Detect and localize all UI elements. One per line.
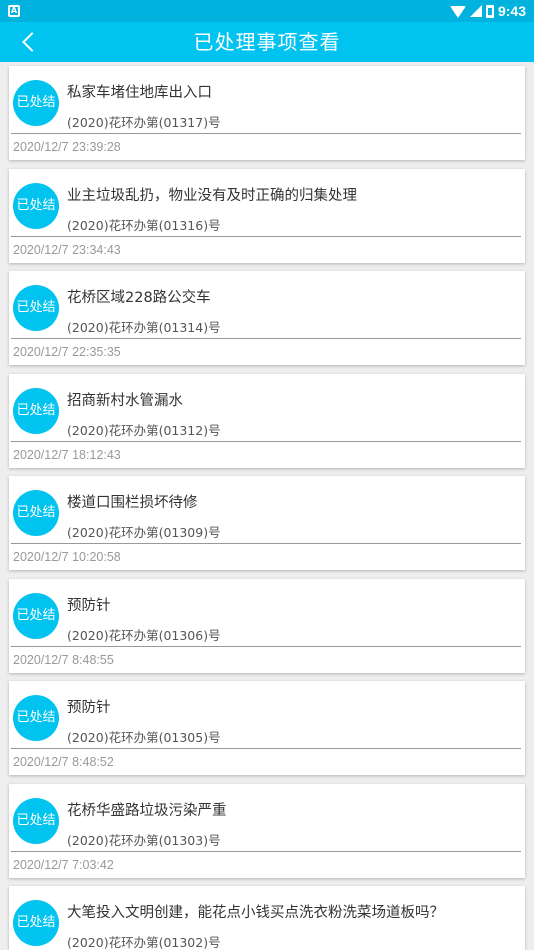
divider — [11, 440, 521, 442]
item-number: (2020)花环办第(01303)号 — [67, 832, 221, 848]
item-number: (2020)花环办第(01312)号 — [67, 422, 221, 438]
list-item[interactable]: 已处结 私家车堵住地库出入口 (2020)花环办第(01317)号 2020/12/7… — [9, 66, 525, 160]
status-badge: 已处结 — [13, 592, 59, 639]
item-number: (2020)花环办第(01317)号 — [67, 115, 221, 130]
divider — [11, 748, 521, 749]
signal-icon — [469, 5, 482, 17]
list-item[interactable]: 已处结 预防针 (2020)花环办第(01305)号 2020/12/7 8:48:5… — [9, 681, 525, 775]
page-title: 已处理事项查看 — [193, 30, 341, 54]
item-number: (2020)花环办第(01306)号 — [67, 627, 221, 643]
item-timestamp: 2020/12/7 7:03:42 — [13, 857, 114, 872]
item-number: (2020)花环办第(01302)号 — [67, 935, 221, 950]
status-badge: 已处结 — [13, 900, 59, 946]
item-title: 预防针 — [67, 700, 111, 716]
item-timestamp: 2020/12/7 8:48:55 — [13, 652, 114, 667]
divider — [11, 543, 521, 544]
status-bar: A 9:43 — [0, 0, 534, 22]
divider — [11, 133, 521, 134]
item-number: (2020)花环办第(01314)号 — [67, 320, 221, 335]
item-title: 大笔投入文明创建，能花点小钱买点洗衣粉洗菜场道板吗？ — [67, 905, 444, 921]
item-title: 业主垃圾乱扔，物业没有及时正确的归集处理 — [67, 187, 357, 204]
item-title: 花桥华盛路垃圾污染严重 — [67, 802, 227, 819]
list-item[interactable]: 已处结 招商新村水管漏水 (2020)花环办第(01312)号 2020/12/7 1… — [9, 373, 525, 468]
status-badge: 已处结 — [13, 285, 59, 331]
item-number: (2020)花环办第(01316)号 — [67, 217, 221, 233]
item-title: 楼道口围栏损坏待修 — [67, 495, 198, 511]
list-item[interactable]: 已处结 大笔投入文明创建，能花点小钱买点洗衣粉洗菜场道板吗？ (2020)花环办第(… — [9, 886, 525, 950]
divider — [11, 850, 521, 852]
divider — [11, 235, 521, 237]
item-timestamp: 2020/12/7 18:12:43 — [13, 447, 121, 462]
item-timestamp: 2020/12/7 10:20:58 — [13, 550, 121, 564]
divider — [11, 338, 521, 339]
status-indicators: 9:43 — [449, 2, 526, 20]
back-button[interactable] — [14, 28, 44, 56]
list-item[interactable]: 已处结 花桥华盛路垃圾污染严重 (2020)花环办第(01303)号 2020/12/… — [9, 783, 525, 878]
status-badge: 已处结 — [13, 80, 59, 126]
item-number: (2020)花环办第(01309)号 — [67, 525, 221, 540]
item-title: 预防针 — [67, 597, 111, 614]
list-item[interactable]: 已处结 花桥区域228路公交车 (2020)花环办第(01314)号 2020/12/… — [9, 271, 525, 365]
battery-icon — [485, 4, 494, 18]
item-timestamp: 2020/12/7 22:35:35 — [13, 345, 121, 359]
status-time: 9:43 — [497, 3, 526, 19]
item-timestamp: 2020/12/7 23:34:43 — [13, 242, 121, 257]
wifi-icon — [449, 6, 466, 18]
status-badge: 已处结 — [13, 490, 59, 536]
status-badge: 已处结 — [13, 695, 59, 741]
list-item[interactable]: 已处结 预防针 (2020)花环办第(01306)号 2020/12/7 8:48:5… — [9, 578, 525, 673]
divider — [11, 645, 521, 647]
app-bar: 已处理事项查看 — [0, 22, 534, 62]
status-badge: 已处结 — [13, 182, 59, 229]
item-title: 花桥区域228路公交车 — [67, 290, 211, 306]
item-timestamp: 2020/12/7 23:39:28 — [13, 140, 121, 154]
item-title: 私家车堵住地库出入口 — [67, 85, 212, 101]
status-badge: 已处结 — [13, 387, 59, 434]
item-timestamp: 2020/12/7 8:48:52 — [13, 755, 114, 769]
item-number: (2020)花环办第(01305)号 — [67, 730, 221, 745]
item-title: 招商新村水管漏水 — [67, 392, 183, 409]
status-badge: 已处结 — [13, 797, 59, 844]
list-item[interactable]: 已处结 楼道口围栏损坏待修 (2020)花环办第(01309)号 2020/12/7 … — [9, 476, 525, 570]
list-item[interactable]: 已处结 业主垃圾乱扔，物业没有及时正确的归集处理 (2020)花环办第(01316)… — [9, 168, 525, 263]
chevron-left-icon — [22, 32, 42, 52]
notification-icon: A — [8, 5, 20, 17]
